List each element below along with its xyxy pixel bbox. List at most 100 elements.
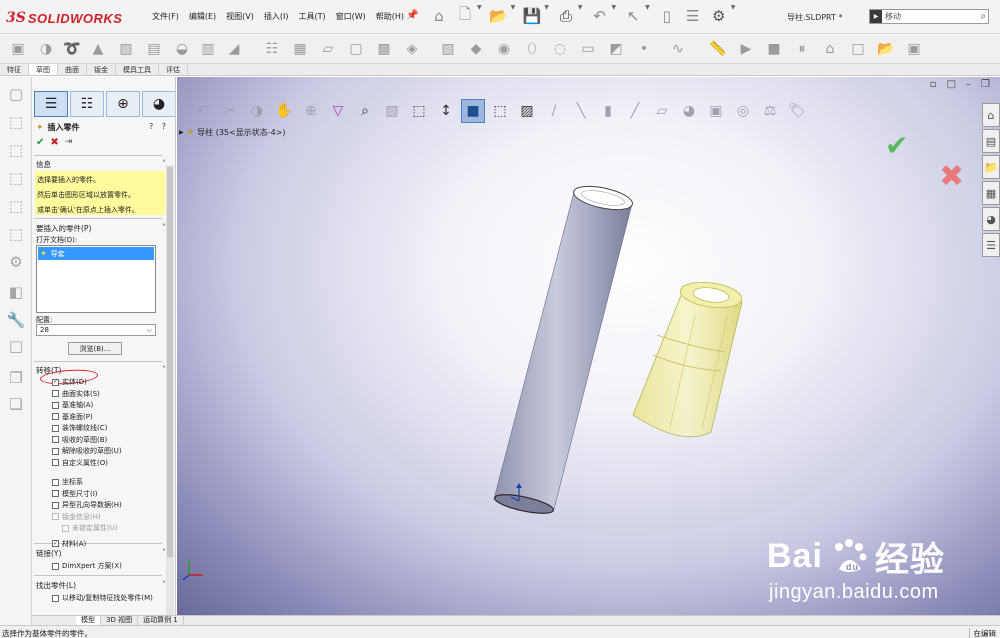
checkbox-dimxpert[interactable]: DimXpert 方案(X) <box>52 561 122 571</box>
search-box[interactable]: ▶ 移动 ⌕ <box>869 9 989 24</box>
print-icon[interactable]: ⎙ <box>555 4 577 28</box>
tab-features[interactable]: 特征 <box>0 64 29 75</box>
select-cursor-icon[interactable]: ↖ <box>622 4 644 28</box>
checkbox-box[interactable] <box>52 413 59 420</box>
checkbox-box[interactable] <box>52 424 59 432</box>
stop-icon[interactable]: ■ <box>764 39 784 59</box>
chevron-down-icon[interactable]: ▼ <box>511 4 516 28</box>
gear-icon[interactable]: ⚙ <box>708 4 730 28</box>
chevron-down-icon[interactable]: ▼ <box>578 4 583 28</box>
menu-window[interactable]: 窗口(W) <box>336 11 366 22</box>
appearance-icon[interactable]: ◕ <box>982 207 1000 231</box>
swept-boss-icon[interactable]: ➰ <box>62 39 82 59</box>
transfer-checkbox-row[interactable]: ✓ 材料(A) <box>52 539 86 549</box>
home-icon[interactable]: ⌂ <box>428 4 450 28</box>
lofted-boss-icon[interactable]: ▲ <box>88 39 108 59</box>
open-documents-list[interactable]: ✦ 导套 <box>36 245 156 313</box>
section-plane-icon[interactable]: ▨ <box>515 99 539 123</box>
tab-3d-view[interactable]: 3D 视图 <box>101 616 139 625</box>
scrollbar-thumb[interactable] <box>167 167 173 557</box>
search-arrow-icon[interactable]: ▶ <box>870 10 882 23</box>
cube-icon[interactable]: ⬚ <box>5 195 27 217</box>
graphics-area[interactable]: ▫ □ – ❐ ↶ ✂ ◑ ✋ ⊕ ▽ ⌕ ▧ ⬚ ↕ ■ ⬚ ▨ ∕ ╲ ▮ … <box>177 77 1000 615</box>
confirm-checkmark-icon[interactable]: ✔ <box>885 129 908 162</box>
property-manager-tab-icon[interactable]: ☰ <box>34 91 68 117</box>
feature-tree-tab-icon[interactable]: ☷ <box>70 91 104 117</box>
traffic-light-icon[interactable]: ▯ <box>656 4 678 28</box>
move-body-icon[interactable]: ❑ <box>5 393 27 415</box>
new-document-icon[interactable]: 🗋 <box>454 4 476 28</box>
checkbox-box[interactable] <box>52 478 59 486</box>
pause-icon[interactable]: ⏸ <box>792 39 812 59</box>
reference-geometry-icon[interactable]: ◆ <box>466 39 486 59</box>
filter-icon[interactable]: ▽ <box>326 99 350 123</box>
pin-icon[interactable]: 📌 <box>406 10 418 21</box>
transfer-checkbox-row[interactable]: 吸收的草图(B) <box>52 435 107 445</box>
browse-button[interactable]: 浏览(B)... <box>68 342 122 355</box>
revolved-boss-icon[interactable]: ◑ <box>36 39 56 59</box>
checkbox-checked[interactable]: ✓ <box>52 540 59 547</box>
transfer-checkbox-row[interactable]: 坐标系 <box>52 477 83 487</box>
list-item-selected[interactable]: ✦ 导套 <box>38 247 154 260</box>
appearance-sphere-icon[interactable]: ◕ <box>677 99 701 123</box>
line-icon[interactable]: ╱ <box>623 99 647 123</box>
view-orientation-icon[interactable]: ▧ <box>380 99 404 123</box>
gear-part-icon[interactable]: ⚙ <box>5 251 27 273</box>
extruded-boss-icon[interactable]: ▣ <box>8 39 28 59</box>
restore-icon[interactable]: □ <box>947 79 956 90</box>
move-face-icon[interactable]: ▭ <box>578 39 598 59</box>
edit-appearance-icon[interactable]: ∕ <box>542 99 566 123</box>
section-view-icon[interactable]: ◑ <box>245 99 269 123</box>
wireframe-icon[interactable]: ⬚ <box>488 99 512 123</box>
view-palette-icon[interactable]: ▦ <box>982 181 1000 205</box>
section-find-header[interactable]: 找出零件(L) ˄ <box>36 580 166 591</box>
linear-pattern-icon[interactable]: ☷ <box>262 39 282 59</box>
checkbox-box[interactable] <box>52 459 59 466</box>
tab-sheet-metal[interactable]: 钣金 <box>87 64 116 75</box>
checkbox-locate-part[interactable]: 以移动/复制特征找处零件(M) <box>52 593 153 603</box>
appearance-tab-icon[interactable]: ◕ <box>142 91 175 117</box>
transfer-checkbox-row[interactable]: 自定义属性(O) <box>52 458 108 468</box>
chevron-down-icon[interactable]: ▼ <box>477 4 482 28</box>
select-filter-icon[interactable]: ⊕ <box>299 99 323 123</box>
maximize-icon[interactable]: ❐ <box>981 79 990 90</box>
zoom-icon[interactable]: ⌕ <box>353 99 377 123</box>
hand-icon[interactable]: ✋ <box>272 99 296 123</box>
transfer-checkbox-row[interactable]: 解除吸收的草图(U) <box>52 446 122 456</box>
tab-evaluate[interactable]: 评估 <box>159 64 188 75</box>
search-input[interactable]: 移动 <box>885 11 980 22</box>
transfer-checkbox-row[interactable]: 曲面实体(S) <box>52 389 100 399</box>
menu-view[interactable]: 视图(V) <box>226 11 254 22</box>
balance-icon[interactable]: ⚖ <box>758 99 782 123</box>
shaded-display-icon[interactable]: ■ <box>461 99 485 123</box>
tab-sketch[interactable]: 草图 <box>29 64 58 75</box>
menu-help[interactable]: 帮助(H) <box>376 11 404 22</box>
cancel-x-icon[interactable]: ✖ <box>939 159 964 194</box>
rib-icon[interactable]: ▦ <box>290 39 310 59</box>
sketch-icon[interactable]: □ <box>5 335 27 357</box>
boundary-boss-icon[interactable]: ▧ <box>116 39 136 59</box>
copy-body-icon[interactable]: ❐ <box>5 367 27 389</box>
custom-properties-icon[interactable]: ☰ <box>982 233 1000 257</box>
menu-insert[interactable]: 插入(I) <box>264 11 289 22</box>
sketch-box-icon[interactable]: ▢ <box>5 83 27 105</box>
tab-model[interactable]: 模型 <box>76 616 101 625</box>
render-icon[interactable]: ◎ <box>731 99 755 123</box>
configuration-select[interactable]: 28 ⌵ <box>36 324 156 336</box>
pushpin-icon[interactable]: ⇥ <box>65 137 73 148</box>
picture-icon[interactable]: ▣ <box>904 39 924 59</box>
checkbox-box[interactable] <box>52 436 59 443</box>
ok-checkmark-icon[interactable]: ✔ <box>36 137 44 148</box>
cube-icon[interactable]: ⬚ <box>5 139 27 161</box>
menu-file[interactable]: 文件(F) <box>152 11 179 22</box>
menu-tools[interactable]: 工具(T) <box>298 11 325 22</box>
play-icon[interactable]: ▶ <box>736 39 756 59</box>
ruler-icon[interactable]: 📏 <box>708 39 728 59</box>
open-folder-icon[interactable]: 📂 <box>876 39 896 59</box>
checkbox-checked[interactable]: ✓ <box>52 378 59 386</box>
checkbox-box[interactable] <box>52 501 59 509</box>
open-folder-icon[interactable]: 📂 <box>488 4 510 28</box>
cube-icon[interactable]: ⬚ <box>5 167 27 189</box>
chevron-down-icon[interactable]: ▼ <box>731 4 736 28</box>
search-icon[interactable]: ⌕ <box>980 11 988 22</box>
